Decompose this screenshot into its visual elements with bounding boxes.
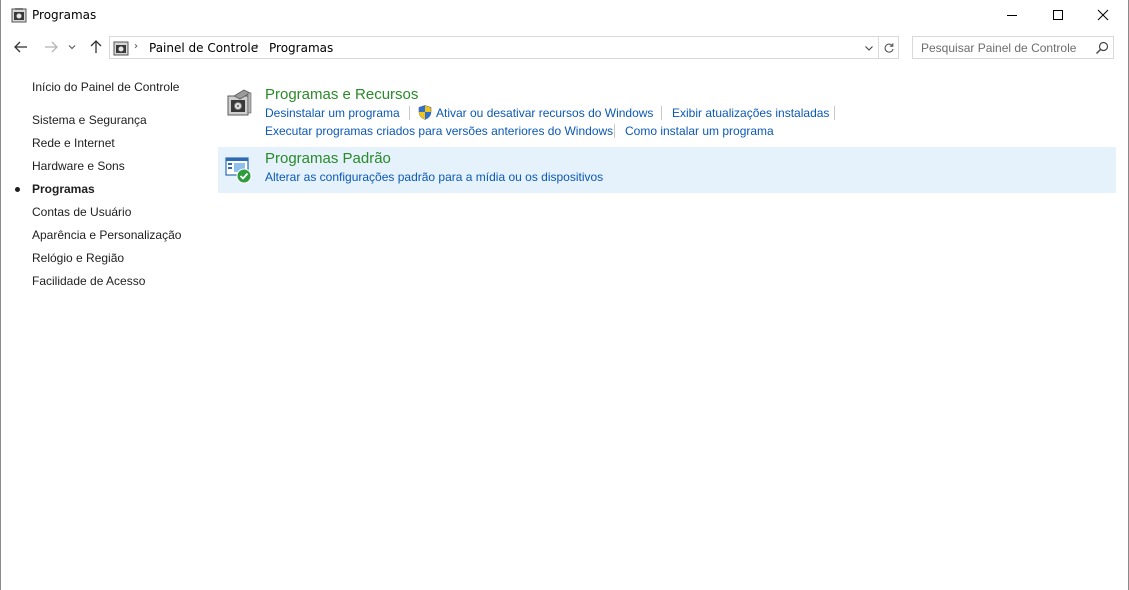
search-icon[interactable]	[1094, 40, 1110, 56]
navigation-bar: › Painel de Controle › Programas	[1, 33, 1128, 61]
active-bullet-icon	[15, 187, 20, 192]
control-panel-icon	[113, 41, 129, 56]
breadcrumb-separator-icon[interactable]: ›	[134, 41, 138, 52]
minimize-icon	[1007, 15, 1017, 16]
close-button[interactable]	[1080, 0, 1126, 30]
link-ativar-desativar-recursos[interactable]: Ativar ou desativar recursos do Windows	[436, 106, 653, 120]
refresh-icon	[884, 42, 894, 53]
link-separator	[661, 106, 662, 120]
breadcrumb-separator-icon[interactable]: ›	[255, 41, 259, 52]
link-executar-programas-antigos[interactable]: Executar programas criados para versões …	[265, 124, 613, 138]
search-input[interactable]	[913, 37, 1093, 58]
sidebar-item-programas[interactable]: Programas	[32, 182, 95, 196]
sidebar-item-rede-e-internet[interactable]: Rede e Internet	[32, 136, 115, 150]
link-separator	[409, 106, 410, 120]
link-desinstalar-programa[interactable]: Desinstalar um programa	[265, 106, 400, 120]
arrow-left-icon	[14, 41, 27, 53]
sidebar-item-hardware-e-sons[interactable]: Hardware e Sons	[32, 159, 125, 173]
window-title: Programas	[32, 8, 97, 22]
sidebar-item-facilidade-de-acesso[interactable]: Facilidade de Acesso	[32, 274, 145, 288]
breadcrumb-painel-de-controle[interactable]: Painel de Controle	[149, 41, 258, 55]
control-panel-icon	[11, 8, 27, 23]
category-title-programas-padrao[interactable]: Programas Padrão	[265, 150, 391, 167]
sidebar-home-link[interactable]: Início do Painel de Controle	[32, 80, 179, 94]
category-programas-e-recursos: Programas e Recursos Desinstalar um prog…	[218, 80, 1116, 142]
address-bar[interactable]: › Painel de Controle › Programas	[109, 36, 879, 59]
sidebar-item-sistema-e-seguranca[interactable]: Sistema e Segurança	[32, 113, 147, 127]
arrow-up-icon	[90, 40, 102, 53]
programs-features-icon[interactable]	[224, 87, 254, 117]
minimize-button[interactable]	[989, 0, 1035, 30]
control-panel-window: Programas › Painel de Controle › Program…	[0, 0, 1129, 590]
link-separator	[614, 124, 615, 138]
sidebar-item-relogio-e-regiao[interactable]: Relógio e Região	[32, 251, 124, 265]
chevron-down-icon	[865, 46, 873, 51]
link-alterar-configuracoes-padrao[interactable]: Alterar as configurações padrão para a m…	[265, 170, 603, 184]
back-button[interactable]	[11, 37, 31, 57]
default-programs-icon[interactable]	[224, 155, 254, 185]
link-como-instalar-programa[interactable]: Como instalar um programa	[625, 124, 774, 138]
title-bar: Programas	[1, 0, 1128, 31]
close-icon	[1097, 9, 1109, 21]
search-box[interactable]	[912, 36, 1114, 59]
up-button[interactable]	[86, 37, 106, 57]
category-title-programas-e-recursos[interactable]: Programas e Recursos	[265, 86, 418, 103]
recent-locations-button[interactable]	[65, 37, 79, 57]
breadcrumb-programas[interactable]: Programas	[269, 41, 333, 55]
address-dropdown-button[interactable]	[862, 40, 876, 56]
maximize-icon	[1053, 10, 1063, 20]
sidebar-item-contas-de-usuario[interactable]: Contas de Usuário	[32, 205, 131, 219]
arrow-right-icon	[45, 41, 58, 53]
link-exibir-atualizacoes[interactable]: Exibir atualizações instaladas	[672, 106, 829, 120]
forward-button[interactable]	[41, 37, 61, 57]
link-separator	[834, 106, 835, 120]
maximize-button[interactable]	[1035, 0, 1081, 30]
uac-shield-icon	[418, 105, 432, 120]
sidebar-item-aparencia-e-personalizacao[interactable]: Aparência e Personalização	[32, 228, 181, 242]
chevron-down-icon	[68, 45, 76, 50]
category-programas-padrao: Programas Padrão Alterar as configuraçõe…	[218, 147, 1116, 193]
refresh-button[interactable]	[879, 36, 899, 59]
